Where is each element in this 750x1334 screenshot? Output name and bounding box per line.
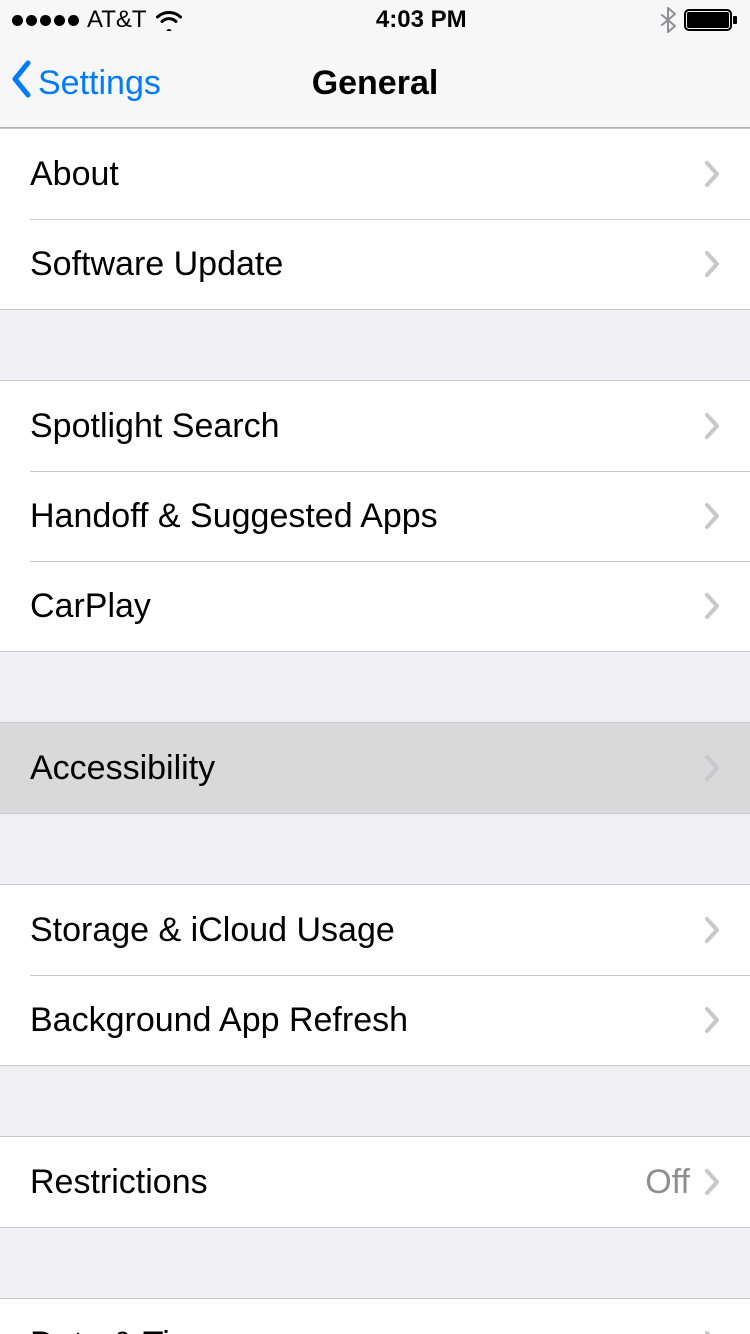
row-label: Handoff & Suggested Apps (30, 497, 704, 536)
chevron-left-icon (10, 60, 32, 107)
row-restrictions[interactable]: RestrictionsOff (0, 1137, 750, 1227)
chevron-right-icon (704, 1006, 720, 1034)
status-right (660, 7, 738, 33)
row-accessibility[interactable]: Accessibility (0, 723, 750, 813)
settings-group: Spotlight Search Handoff & Suggested Apps… (0, 380, 750, 652)
chevron-right-icon (704, 916, 720, 944)
chevron-right-icon (704, 1330, 720, 1334)
row-value: Off (645, 1163, 690, 1202)
settings-group: Date & Time (0, 1298, 750, 1334)
group-spacer (0, 1228, 750, 1298)
row-label: CarPlay (30, 587, 704, 626)
chevron-right-icon (704, 1168, 720, 1196)
back-label: Settings (38, 64, 161, 103)
row-label: Accessibility (30, 749, 704, 788)
row-about[interactable]: About (0, 129, 750, 219)
status-left: AT&T (12, 6, 183, 34)
chevron-right-icon (704, 412, 720, 440)
row-label: Spotlight Search (30, 407, 704, 446)
row-storage[interactable]: Storage & iCloud Usage (0, 885, 750, 975)
group-spacer (0, 652, 750, 722)
row-carplay[interactable]: CarPlay (0, 561, 750, 651)
status-bar: AT&T 4:03 PM (0, 0, 750, 40)
nav-bar: Settings General (0, 40, 750, 128)
row-handoff[interactable]: Handoff & Suggested Apps (0, 471, 750, 561)
row-date-time[interactable]: Date & Time (0, 1299, 750, 1334)
settings-group: RestrictionsOff (0, 1136, 750, 1228)
row-spotlight-search[interactable]: Spotlight Search (0, 381, 750, 471)
wifi-icon (155, 9, 183, 31)
settings-group: Storage & iCloud Usage Background App Ref… (0, 884, 750, 1066)
group-spacer (0, 814, 750, 884)
row-background-refresh[interactable]: Background App Refresh (0, 975, 750, 1065)
chevron-right-icon (704, 502, 720, 530)
row-label: Date & Time (30, 1325, 704, 1334)
row-software-update[interactable]: Software Update (0, 219, 750, 309)
row-label: Storage & iCloud Usage (30, 911, 704, 950)
chevron-right-icon (704, 160, 720, 188)
battery-icon (684, 8, 738, 32)
row-label: Software Update (30, 245, 704, 284)
settings-group: About Software Update (0, 128, 750, 310)
signal-strength-icon (12, 15, 79, 26)
chevron-right-icon (704, 754, 720, 782)
bluetooth-icon (660, 7, 676, 33)
row-label: Background App Refresh (30, 1001, 704, 1040)
back-button[interactable]: Settings (10, 60, 161, 107)
group-spacer (0, 1066, 750, 1136)
status-time: 4:03 PM (376, 6, 467, 34)
chevron-right-icon (704, 250, 720, 278)
row-label: About (30, 155, 704, 194)
settings-group: Accessibility (0, 722, 750, 814)
carrier-label: AT&T (87, 6, 147, 34)
chevron-right-icon (704, 592, 720, 620)
group-spacer (0, 310, 750, 380)
row-label: Restrictions (30, 1163, 645, 1202)
settings-list[interactable]: About Software Update Spotlight Search Hand… (0, 128, 750, 1334)
page-title: General (312, 64, 439, 103)
